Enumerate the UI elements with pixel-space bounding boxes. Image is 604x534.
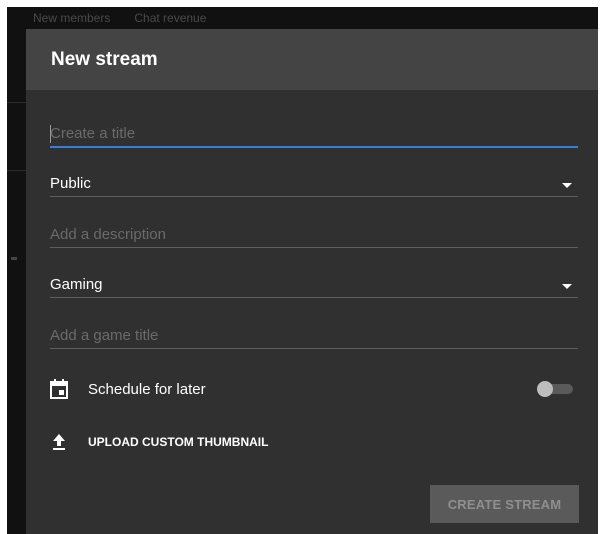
chevron-down-icon [562,183,572,188]
background-divider [7,102,27,103]
schedule-row: Schedule for later [50,379,206,399]
background-tab-new-members: New members [33,11,111,25]
app-screen: New members Chat revenue New stream Crea… [7,7,598,534]
upload-icon [50,433,68,451]
toggle-knob [537,381,553,397]
schedule-label: Schedule for later [88,380,206,398]
background-tab-chat-revenue: Chat revenue [134,11,207,25]
visibility-select-value: Public [50,175,91,192]
title-input[interactable]: Create a title [50,124,578,148]
calendar-icon [50,379,68,399]
game-title-input-placeholder: Add a game title [50,327,159,344]
category-select-value: Gaming [50,276,103,293]
title-input-placeholder: Create a title [50,125,136,142]
dialog-title: New stream [51,48,158,70]
description-input[interactable]: Add a description [50,225,578,248]
upload-thumbnail-button[interactable]: UPLOAD CUSTOM THUMBNAIL [50,433,268,451]
dialog-header: New stream [26,29,598,90]
category-select[interactable]: Gaming [50,275,578,298]
chevron-down-icon [562,284,572,289]
background-fragment [11,257,17,260]
background-tabs: New members Chat revenue [33,7,206,29]
background-divider [7,170,27,171]
create-stream-button[interactable]: CREATE STREAM [430,485,579,523]
visibility-select[interactable]: Public [50,174,578,197]
game-title-input[interactable]: Add a game title [50,326,578,349]
new-stream-dialog: New stream Create a title Public Add a d… [26,29,598,534]
schedule-toggle[interactable] [537,381,577,397]
description-input-placeholder: Add a description [50,226,166,243]
upload-thumbnail-label: UPLOAD CUSTOM THUMBNAIL [88,435,269,449]
